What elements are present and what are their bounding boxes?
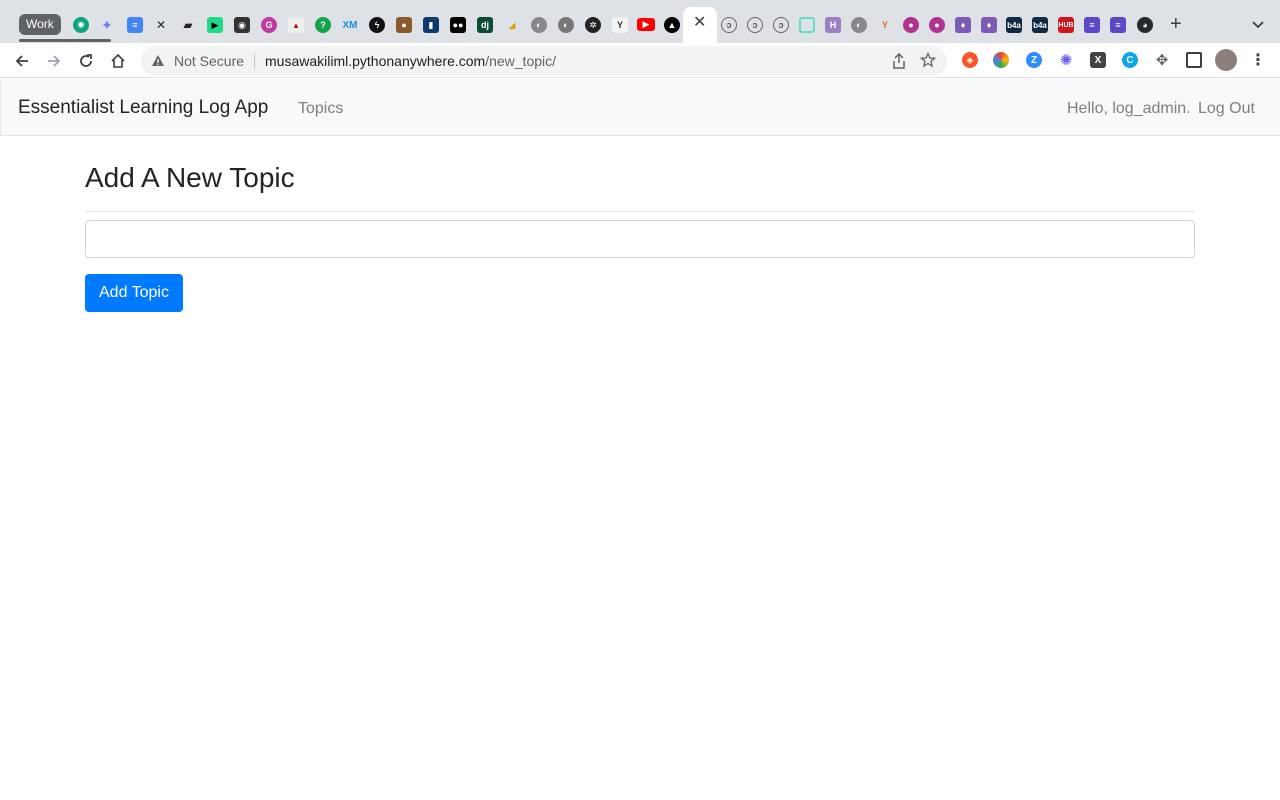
b4a-icon[interactable]: b4a (1032, 17, 1048, 33)
app-icon[interactable]: ▴ (288, 17, 304, 33)
xm-icon[interactable]: XM (342, 17, 358, 33)
logout-link[interactable]: Log Out (1198, 100, 1255, 118)
home-icon (111, 53, 125, 68)
url-host: musawakiliml.pythonanywhere.com (265, 53, 486, 69)
banana-icon[interactable]: ◢ (504, 17, 520, 33)
color-wheel-icon[interactable] (993, 52, 1009, 68)
arrow-right-icon (48, 55, 61, 67)
brave-shield-icon[interactable]: ◈ (962, 52, 978, 68)
square-icon[interactable] (799, 17, 815, 33)
title-divider (85, 211, 1195, 212)
browser-tabstrip: Work ✺ ✦ ≡ ✕ ▰ ▶ ◉ G ▴ ? XM ϟ ● ▮ ●● dj … (0, 0, 1280, 43)
browser-toolbar: Not Secure musawakiliml.pythonanywhere.c… (0, 43, 1280, 78)
copilot-icon[interactable]: ◉ (234, 17, 250, 33)
pythonanywhere-icon[interactable]: ↄ (721, 17, 737, 33)
close-tab-icon[interactable]: ✕ (693, 15, 706, 31)
page-title: Add A New Topic (85, 162, 295, 193)
youtube-icon[interactable]: ▶ (637, 18, 655, 31)
nav-topics-link[interactable]: Topics (298, 100, 343, 118)
github-icon[interactable]: ◕ (1137, 17, 1153, 33)
user-greeting: Hello, log_admin. (1067, 100, 1191, 117)
url-text[interactable]: musawakiliml.pythonanywhere.com/new_topi… (265, 53, 556, 69)
back-button[interactable] (12, 51, 32, 71)
bookmark-star-icon[interactable] (920, 52, 936, 68)
avatar[interactable] (1215, 49, 1237, 71)
chevron-down-icon[interactable] (1250, 16, 1266, 32)
notes-icon[interactable]: ▰ (180, 17, 196, 33)
topic-text-input[interactable] (85, 220, 1195, 258)
sidepanel-icon[interactable] (1186, 52, 1202, 68)
reload-button[interactable] (76, 51, 96, 71)
medium-icon[interactable]: ●● (450, 17, 466, 33)
trello-icon[interactable]: ▮ (423, 17, 439, 33)
c-icon[interactable]: C (1122, 52, 1138, 68)
url-path: /new_topic/ (485, 53, 557, 69)
warning-icon[interactable] (151, 54, 165, 68)
add-topic-button[interactable]: Add Topic (85, 274, 183, 312)
circle-icon[interactable]: ● (903, 17, 919, 33)
gemini-icon[interactable]: ✦ (99, 17, 115, 33)
pythonanywhere-icon[interactable]: ↄ (747, 17, 763, 33)
home-button[interactable] (108, 51, 128, 71)
fork-icon[interactable]: Y (877, 17, 893, 33)
share-icon[interactable] (892, 53, 906, 69)
forward-button[interactable] (44, 51, 64, 71)
openai-icon[interactable]: ✲ (585, 17, 601, 33)
reload-icon (80, 54, 92, 67)
address-divider (254, 53, 255, 69)
list-icon[interactable]: ≡ (1084, 17, 1100, 33)
question-icon[interactable]: ? (315, 17, 331, 33)
brand-link[interactable]: Essentialist Learning Log App (18, 97, 268, 119)
drop-icon[interactable]: ♦ (981, 17, 997, 33)
arrow-left-icon (15, 55, 28, 67)
cookie-icon[interactable]: ● (396, 17, 412, 33)
spark-icon[interactable]: ϟ (369, 17, 385, 33)
list-icon[interactable]: ≡ (1110, 17, 1126, 33)
address-bar[interactable]: Not Secure musawakiliml.pythonanywhere.c… (141, 46, 947, 76)
docs-icon[interactable]: ≡ (127, 17, 143, 33)
ycombinator-icon[interactable]: Y (612, 17, 628, 33)
menu-dots-icon[interactable]: ⋮ (1250, 52, 1266, 69)
django-icon[interactable]: dj (477, 17, 493, 33)
security-label[interactable]: Not Secure (174, 53, 244, 69)
chatgpt-icon[interactable]: ✺ (73, 17, 89, 33)
tab-new-topic[interactable]: ✕ (683, 7, 717, 43)
hub-icon[interactable]: HUB (1058, 17, 1074, 33)
zoom-icon[interactable]: Z (1026, 52, 1042, 68)
heroku-icon[interactable]: H (825, 17, 841, 33)
globe-icon[interactable]: ◐ (531, 17, 547, 33)
app-navbar: Essentialist Learning Log App Topics Hel… (0, 79, 1280, 136)
tab-group-indicator (19, 39, 111, 42)
tab-group-work[interactable]: Work (19, 14, 61, 35)
x-icon[interactable]: X (1090, 52, 1106, 68)
globe-icon[interactable]: ◐ (558, 17, 574, 33)
code-icon[interactable]: ▶ (207, 17, 223, 33)
vercel-icon[interactable]: ▲ (664, 17, 680, 33)
drop-icon[interactable]: ♦ (955, 17, 971, 33)
linear-icon[interactable]: ✕ (153, 17, 169, 33)
b4a-icon[interactable]: b4a (1006, 17, 1022, 33)
spark-icon[interactable]: ✺ (1058, 52, 1074, 69)
pythonanywhere-icon[interactable]: ↄ (773, 17, 789, 33)
grammarly-icon[interactable]: G (261, 17, 277, 33)
new-tab-button[interactable]: + (1170, 14, 1182, 34)
circle-icon[interactable]: ● (929, 17, 945, 33)
puzzle-icon[interactable]: ✥ (1154, 52, 1170, 69)
globe-icon[interactable]: ◐ (851, 17, 867, 33)
